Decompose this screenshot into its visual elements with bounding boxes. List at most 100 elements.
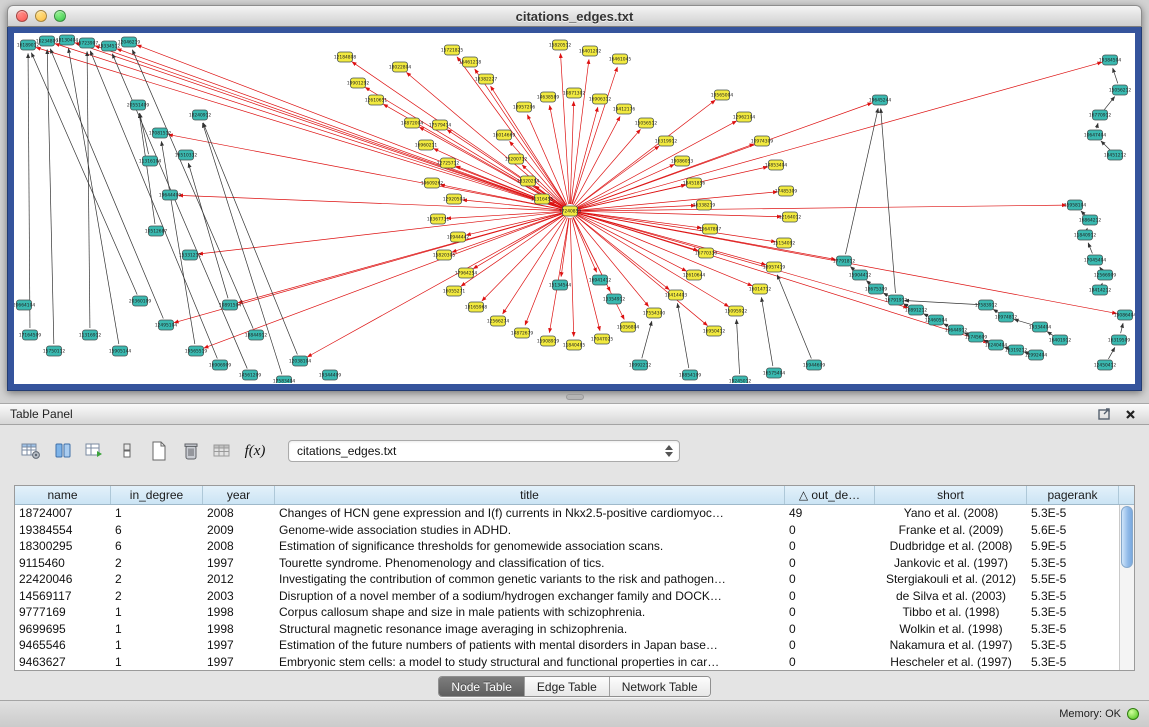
- network-canvas[interactable]: 1724085912184808180228041990129212610651…: [14, 33, 1135, 383]
- import-table-icon[interactable]: [210, 439, 236, 463]
- graph-node[interactable]: 17583912: [975, 300, 998, 310]
- graph-node[interactable]: 19644912: [945, 325, 968, 335]
- graph-node[interactable]: 10944442: [447, 232, 470, 242]
- graph-node[interactable]: 11840485: [563, 340, 586, 350]
- graph-node[interactable]: 17791812: [833, 256, 856, 266]
- graph-node[interactable]: 14853404: [765, 160, 788, 170]
- graph-node[interactable]: 17583404: [273, 376, 296, 383]
- graph-node[interactable]: 16770912: [1089, 110, 1112, 120]
- graph-node[interactable]: 16319912: [655, 136, 678, 146]
- table-row[interactable]: 946362711997Embryonic stem cells: a mode…: [15, 654, 1134, 671]
- table-row[interactable]: 977716911998Corpus callosum shape and si…: [15, 604, 1134, 621]
- graph-node[interactable]: 16960211: [415, 140, 438, 150]
- graph-node[interactable]: 11840912: [1074, 230, 1097, 240]
- network-selector[interactable]: citations_edges.txt: [288, 440, 680, 462]
- graph-node[interactable]: 15745609: [965, 332, 988, 342]
- column-header-title[interactable]: title: [275, 486, 785, 504]
- graph-node[interactable]: 15944609: [803, 360, 826, 370]
- graph-node[interactable]: 20664104: [14, 300, 35, 310]
- table-row[interactable]: 946554611997Estimation of the future num…: [15, 637, 1134, 654]
- graph-node[interactable]: 12046219: [118, 37, 141, 47]
- graph-node[interactable]: 12725712: [437, 158, 460, 168]
- graph-node[interactable]: 19901292: [347, 78, 370, 88]
- graph-node[interactable]: 11316104: [139, 156, 162, 166]
- graph-node[interactable]: 17164509: [19, 330, 42, 340]
- graph-node[interactable]: 11316912: [79, 330, 102, 340]
- graph-node[interactable]: 10512687: [145, 226, 168, 236]
- graph-node[interactable]: 18451856: [683, 178, 706, 188]
- graph-node[interactable]: 10974309: [751, 136, 774, 146]
- graph-node[interactable]: 17485309: [775, 186, 798, 196]
- graph-node[interactable]: 12495104: [155, 320, 178, 330]
- graph-node[interactable]: 18675309: [865, 284, 888, 294]
- edit-table-icon[interactable]: [82, 439, 108, 463]
- graph-node[interactable]: 12184808: [334, 52, 357, 62]
- graph-node[interactable]: 20360109: [129, 296, 152, 306]
- graph-node[interactable]: 16941412: [589, 275, 612, 285]
- graph-node[interactable]: 10974812: [995, 312, 1018, 322]
- graph-node[interactable]: 16055271: [443, 286, 466, 296]
- graph-node[interactable]: 20551409: [127, 100, 150, 110]
- graph-node[interactable]: 18414403: [665, 290, 688, 300]
- column-header-year[interactable]: year: [203, 486, 275, 504]
- graph-node[interactable]: 10992212: [629, 360, 652, 370]
- window-titlebar[interactable]: citations_edges.txt: [7, 5, 1142, 27]
- graph-node[interactable]: 19245012: [729, 376, 752, 383]
- graph-node[interactable]: 16906909: [209, 360, 232, 370]
- graph-node[interactable]: 19384504: [1099, 55, 1122, 65]
- column-header-in-degree[interactable]: in_degree: [111, 486, 203, 504]
- table-mode-icon[interactable]: [18, 439, 44, 463]
- graph-node[interactable]: 16401912: [1049, 335, 1072, 345]
- graph-node[interactable]: 16319509: [1108, 335, 1131, 345]
- new-column-icon[interactable]: [146, 439, 172, 463]
- table-row[interactable]: 2242004622012Investigating the contribut…: [15, 571, 1134, 588]
- graph-node[interactable]: 19086404: [1114, 310, 1135, 320]
- graph-node[interactable]: 18382227: [475, 74, 498, 84]
- graph-node[interactable]: 16338219: [693, 200, 716, 210]
- rows-icon[interactable]: [114, 439, 140, 463]
- graph-node[interactable]: 14638589: [537, 92, 560, 102]
- table-row[interactable]: 969969511998Structural magnetic resonanc…: [15, 621, 1134, 638]
- graph-node[interactable]: 16770330: [695, 248, 718, 258]
- graph-node[interactable]: 15723907: [76, 38, 99, 48]
- graph-node[interactable]: 19344409: [319, 370, 342, 380]
- graph-node[interactable]: 12566909: [1094, 270, 1117, 280]
- table-row[interactable]: 1830029562008Estimation of significance …: [15, 538, 1134, 555]
- graph-node[interactable]: 15905144: [109, 346, 132, 356]
- graph-node[interactable]: 12920503: [443, 194, 466, 204]
- graph-node[interactable]: 12992404: [1025, 350, 1048, 360]
- graph-node[interactable]: 15056212: [1109, 85, 1132, 95]
- graph-node[interactable]: 15056804: [617, 322, 640, 332]
- table-row[interactable]: 1938455462009Genome-wide association stu…: [15, 522, 1134, 539]
- graph-node[interactable]: 15820305: [433, 250, 456, 260]
- graph-node[interactable]: 15750112: [43, 346, 66, 356]
- graph-node[interactable]: 18451212: [1104, 150, 1127, 160]
- graph-node[interactable]: 18367731: [427, 214, 450, 224]
- table-row[interactable]: 911546021997Tourette syndrome. Phenomeno…: [15, 555, 1134, 572]
- graph-node[interactable]: 16575404: [763, 368, 786, 378]
- graph-node[interactable]: 19565519: [185, 346, 208, 356]
- graph-node[interactable]: 15095922: [725, 306, 748, 316]
- graph-node[interactable]: 16791912: [885, 295, 908, 305]
- graph-node[interactable]: 15958104: [1064, 200, 1087, 210]
- graph-node[interactable]: 16461045: [609, 54, 632, 64]
- scrollbar-thumb[interactable]: [1121, 506, 1133, 568]
- delete-column-icon[interactable]: [178, 439, 204, 463]
- graph-node[interactable]: 16510332: [175, 150, 198, 160]
- graph-node[interactable]: 10891504: [219, 300, 242, 310]
- function-builder-icon[interactable]: f(x): [242, 439, 268, 463]
- column-header-short[interactable]: short: [875, 486, 1027, 504]
- graph-node[interactable]: 15056512: [635, 118, 658, 128]
- graph-node[interactable]: 16401202: [579, 46, 602, 56]
- column-header-name[interactable]: name: [15, 486, 111, 504]
- graph-node[interactable]: 12610644: [683, 270, 706, 280]
- graph-node[interactable]: 18022804: [389, 62, 412, 72]
- graph-node[interactable]: 19334404: [1029, 322, 1052, 332]
- graph-node[interactable]: 12962104: [733, 112, 756, 122]
- graph-node[interactable]: 15904412: [849, 270, 872, 280]
- graph-node[interactable]: 13354912: [603, 294, 626, 304]
- graph-node[interactable]: 17045404: [1084, 255, 1107, 265]
- graph-node[interactable]: 12460504: [925, 315, 948, 325]
- tab-network-table[interactable]: Network Table: [610, 677, 710, 696]
- graph-node[interactable]: 15721825: [441, 45, 464, 55]
